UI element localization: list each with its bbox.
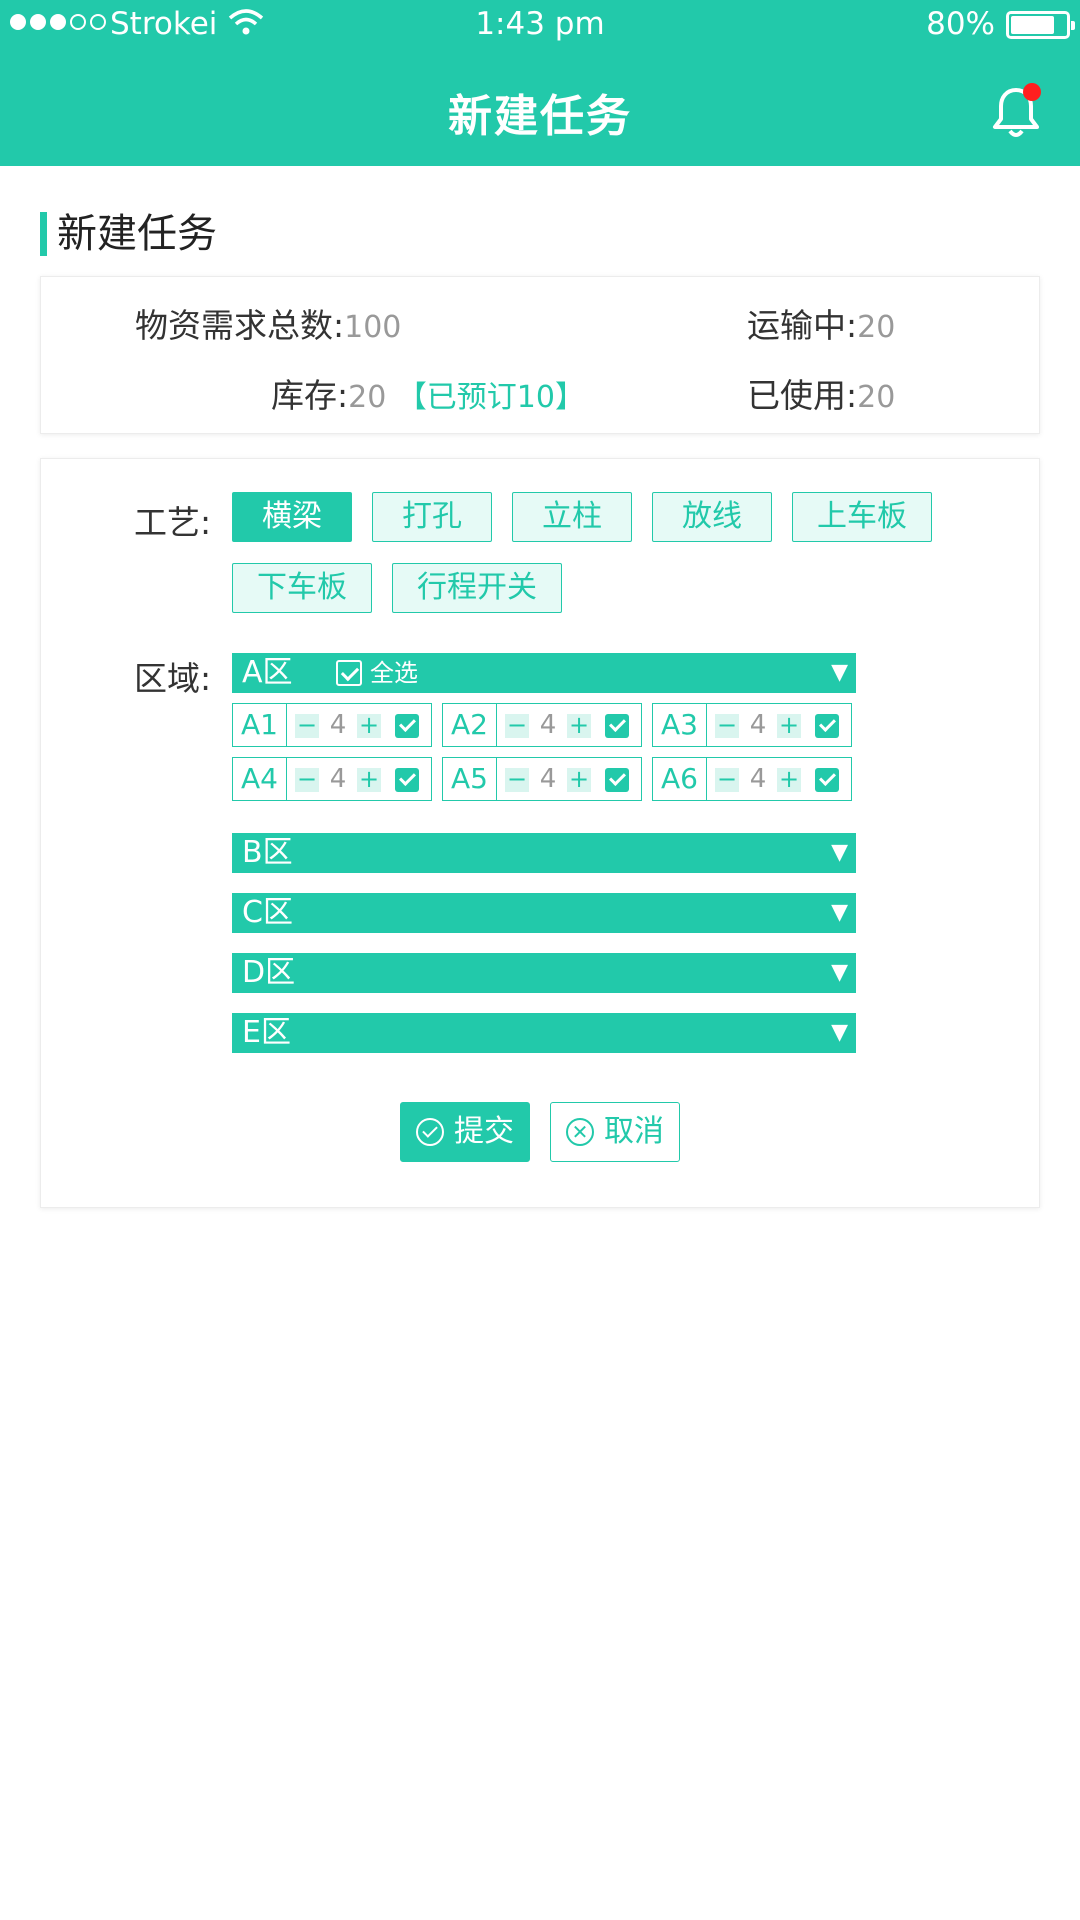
decrement-button[interactable]: − [715,767,739,792]
dropdown-arrow-icon: ▼ [831,660,848,685]
used-value: 20 [857,380,896,415]
zone-b-header[interactable]: B区 ▼ [232,833,856,873]
cancel-button[interactable]: ✕ 取消 [550,1102,680,1162]
zone-d-header[interactable]: D区 ▼ [232,953,856,993]
app-header: Strokei 1:43 pm 80% 新建任务 [0,0,1080,166]
sub-area-checkbox[interactable] [815,768,839,792]
checkbox-icon [336,660,362,686]
zone-b-name: B区 [242,835,293,870]
process-label: 工艺: [134,503,212,542]
zone-e-header[interactable]: E区 ▼ [232,1013,856,1053]
sub-area-checkbox[interactable] [605,768,629,792]
used-label: 已使用: [747,376,858,415]
sub-area-checkbox[interactable] [815,714,839,738]
sub-area-name: A5 [443,758,497,800]
battery-percentage: 80% [926,6,995,42]
process-option-lower-board[interactable]: 下车板 [232,563,372,613]
quantity-value[interactable]: 4 [323,758,353,800]
process-option-column[interactable]: 立柱 [512,492,632,542]
dropdown-arrow-icon: ▼ [831,1020,848,1045]
dropdown-arrow-icon: ▼ [831,900,848,925]
stock: 库存:20 【已预订10】 [271,369,585,417]
sub-area-checkbox[interactable] [395,714,419,738]
decrement-button[interactable]: − [715,713,739,738]
sub-area-a4: A4 − 4 + [232,757,432,801]
check-circle-icon [416,1118,444,1146]
decrement-button[interactable]: − [505,713,529,738]
decrement-button[interactable]: − [295,713,319,738]
process-option-lining[interactable]: 放线 [652,492,772,542]
sub-area-name: A6 [653,758,707,800]
increment-button[interactable]: + [777,767,801,792]
process-option-drilling[interactable]: 打孔 [372,492,492,542]
total-demand: 物资需求总数:100 [135,299,401,347]
total-demand-value: 100 [344,310,402,345]
stock-value: 20 [348,380,387,415]
sub-area-name: A4 [233,758,287,800]
dropdown-arrow-icon: ▼ [831,840,848,865]
select-all-checkbox[interactable]: 全选 [336,653,418,693]
page-title: 新建任务 [448,91,632,142]
notification-badge [1023,83,1041,101]
in-transit-value: 20 [857,310,896,345]
reserved-count: 【已预订10】 [396,380,585,415]
used: 已使用:20 [747,369,895,417]
zone-label: 区域: [134,659,212,698]
clock: 1:43 pm [475,6,605,42]
close-circle-icon: ✕ [566,1118,594,1146]
decrement-button[interactable]: − [505,767,529,792]
summary-card: 物资需求总数:100 运输中:20 库存:20 【已预订10】 已使用:20 [40,276,1040,434]
increment-button[interactable]: + [777,713,801,738]
increment-button[interactable]: + [357,713,381,738]
sub-area-checkbox[interactable] [395,768,419,792]
in-transit: 运输中:20 [747,299,895,347]
sub-area-a3: A3 − 4 + [652,703,852,747]
sub-area-a2: A2 − 4 + [442,703,642,747]
submit-label: 提交 [454,1114,514,1149]
stock-label: 库存: [271,376,349,415]
decrement-button[interactable]: − [295,767,319,792]
quantity-value[interactable]: 4 [743,704,773,746]
increment-button[interactable]: + [567,767,591,792]
process-option-upper-board[interactable]: 上车板 [792,492,932,542]
process-option-beam[interactable]: 横梁 [232,492,352,542]
battery-icon [1006,11,1075,39]
cancel-label: 取消 [604,1114,664,1149]
zone-a-name: A区 [242,655,293,690]
zone-c-header[interactable]: C区 ▼ [232,893,856,933]
increment-button[interactable]: + [357,767,381,792]
status-bar: Strokei 1:43 pm 80% [0,0,1080,50]
zone-d-name: D区 [242,955,296,990]
sub-area-name: A3 [653,704,707,746]
zone-c-name: C区 [242,895,293,930]
in-transit-label: 运输中: [747,306,858,345]
section-title: 新建任务 [40,212,217,256]
sub-area-checkbox[interactable] [605,714,629,738]
submit-button[interactable]: 提交 [400,1102,530,1162]
process-option-limit-switch[interactable]: 行程开关 [392,563,562,613]
sub-area-a1: A1 − 4 + [232,703,432,747]
quantity-value[interactable]: 4 [533,758,563,800]
quantity-value[interactable]: 4 [533,704,563,746]
dropdown-arrow-icon: ▼ [831,960,848,985]
zone-e-name: E区 [242,1015,291,1050]
sub-area-a6: A6 − 4 + [652,757,852,801]
sub-area-a5: A5 − 4 + [442,757,642,801]
quantity-value[interactable]: 4 [323,704,353,746]
total-demand-label: 物资需求总数: [135,306,345,345]
sub-area-name: A2 [443,704,497,746]
quantity-value[interactable]: 4 [743,758,773,800]
sub-area-name: A1 [233,704,287,746]
increment-button[interactable]: + [567,713,591,738]
select-all-label: 全选 [370,659,418,687]
zone-a-header[interactable]: A区 全选 ▼ [232,653,856,693]
